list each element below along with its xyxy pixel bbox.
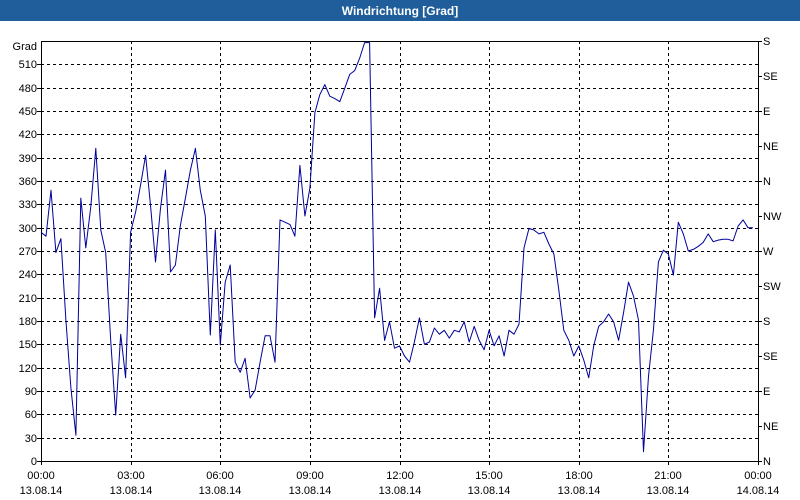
y2-tick-label: W: [763, 246, 774, 258]
x-tick-label-time: 00:00: [27, 470, 55, 482]
y-tick-label: 450: [19, 106, 37, 118]
y2-tick-label: S: [763, 36, 770, 48]
x-tick-label-time: 21:00: [654, 470, 682, 482]
x-tick-label-time: 09:00: [296, 470, 324, 482]
x-tick-label-time: 06:00: [206, 470, 234, 482]
y-tick-label: 90: [25, 386, 37, 398]
x-tick-label-date: 13.08.14: [110, 485, 153, 497]
y2-tick-label: N: [763, 456, 771, 468]
y2-tick-label: NE: [763, 421, 778, 433]
x-tick-label-date: 13.08.14: [647, 485, 690, 497]
y-tick-label: 240: [19, 269, 37, 281]
y-tick-label: 390: [19, 153, 37, 165]
y-tick-label: 150: [19, 339, 37, 351]
y-axis-label: Grad: [13, 41, 37, 53]
x-tick-label-time: 12:00: [386, 470, 414, 482]
y-tick-label: 330: [19, 199, 37, 211]
chart-title: Windrichtung [Grad]: [341, 3, 459, 18]
y-tick-label: 300: [19, 223, 37, 235]
y2-tick-label: E: [763, 386, 770, 398]
axes: [37, 41, 762, 465]
y-tick-label: 120: [19, 363, 37, 375]
y-tick-label: 420: [19, 129, 37, 141]
y-tick-label: 180: [19, 316, 37, 328]
series-line: [40, 42, 753, 453]
x-tick-label-date: 13.08.14: [468, 485, 511, 497]
x-tick-label-date: 13.08.14: [379, 485, 422, 497]
wind-direction-chart: Grad 0 30 60 90 120 150 180 210 240 270 300 330 360 3…: [13, 36, 782, 497]
x-tick-label-time: 03:00: [117, 470, 145, 482]
y2-tick-label: S: [763, 316, 770, 328]
y-tick-label: 360: [19, 176, 37, 188]
x-tick-label-date: 13.08.14: [558, 485, 601, 497]
grid: [41, 41, 758, 461]
x-tick-label-time: 15:00: [475, 470, 503, 482]
x-tick-label-date: 13.08.14: [199, 485, 242, 497]
y2-tick-label: NE: [763, 141, 778, 153]
title-bar: Windrichtung [Grad]: [0, 0, 800, 21]
y-tick-label: 30: [25, 433, 37, 445]
y2-tick-label: E: [763, 106, 770, 118]
x-tick-label-time: 18:00: [565, 470, 593, 482]
y2-tick-label: N: [763, 176, 771, 188]
y2-tick-label: SW: [763, 281, 781, 293]
y2-tick-label: SE: [763, 351, 778, 363]
y-tick-label: 0: [31, 456, 37, 468]
x-tick-label-date: 13.08.14: [20, 485, 63, 497]
y2-tick-label: NW: [763, 211, 782, 223]
y-tick-label: 270: [19, 246, 37, 258]
tick-labels: Grad 0 30 60 90 120 150 180 210 240 270 300 330 360 3…: [13, 36, 782, 497]
y-tick-label: 210: [19, 293, 37, 305]
y-tick-label: 480: [19, 83, 37, 95]
x-tick-label-date: 14.08.14: [737, 485, 780, 497]
y-tick-label: 60: [25, 409, 37, 421]
x-tick-label-time: 00:00: [744, 470, 772, 482]
y2-tick-label: SE: [763, 71, 778, 83]
x-tick-label-date: 13.08.14: [289, 485, 332, 497]
y-tick-label: 510: [19, 59, 37, 71]
